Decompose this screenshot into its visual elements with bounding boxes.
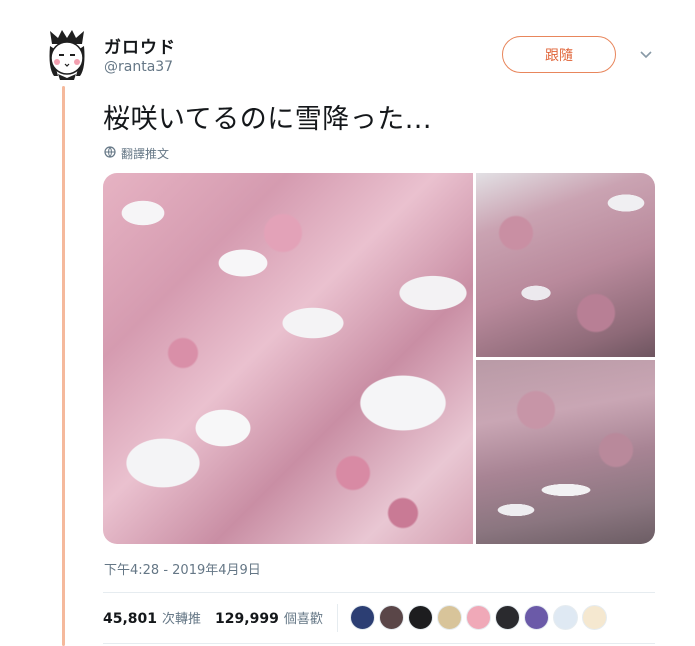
thread-line	[62, 86, 65, 646]
photo-cherry-tree-bottom[interactable]	[476, 360, 655, 544]
cartoon-avatar-icon	[49, 30, 85, 80]
tweet-timestamp[interactable]: 下午4:28 - 2019年4月9日	[104, 559, 261, 578]
retweet-label: 次轉推	[162, 612, 202, 627]
divider-bottom	[103, 643, 655, 644]
liker-avatar-5[interactable]	[465, 605, 491, 630]
tweet-text: 桜咲いてるのに雪降った...	[103, 104, 432, 135]
like-stat[interactable]: 129,999 個喜歡	[215, 608, 323, 627]
engagement-stats: 45,801 次轉推 129,999 個喜歡	[103, 593, 655, 642]
liker-avatar-1[interactable]	[349, 605, 375, 630]
liker-avatars	[349, 605, 607, 630]
chevron-down-icon[interactable]	[638, 46, 654, 62]
media-grid	[103, 173, 655, 544]
stats-separator	[336, 603, 338, 632]
photo-cherry-tree-top[interactable]	[476, 173, 655, 357]
translate-tweet-link[interactable]: 翻譯推文	[104, 145, 169, 162]
retweet-count: 45,801	[103, 611, 158, 627]
display-name[interactable]: ガロウド	[104, 33, 176, 58]
user-avatar[interactable]	[44, 28, 90, 80]
liker-avatar-3[interactable]	[407, 605, 433, 630]
globe-icon	[104, 146, 116, 161]
liker-avatar-6[interactable]	[494, 605, 520, 630]
like-label: 個喜歡	[283, 612, 323, 627]
liker-avatar-2[interactable]	[378, 605, 404, 630]
translate-label: 翻譯推文	[121, 147, 170, 161]
liker-avatar-9[interactable]	[581, 605, 607, 630]
liker-avatar-8[interactable]	[552, 605, 578, 630]
retweet-stat[interactable]: 45,801 次轉推	[103, 608, 201, 627]
user-handle[interactable]: @ranta37	[104, 59, 173, 75]
liker-avatar-4[interactable]	[436, 605, 462, 630]
follow-button[interactable]: 跟隨	[502, 36, 616, 73]
like-count: 129,999	[215, 611, 279, 627]
photo-cherry-blossoms-snow-closeup[interactable]	[103, 173, 473, 544]
liker-avatar-7[interactable]	[523, 605, 549, 630]
